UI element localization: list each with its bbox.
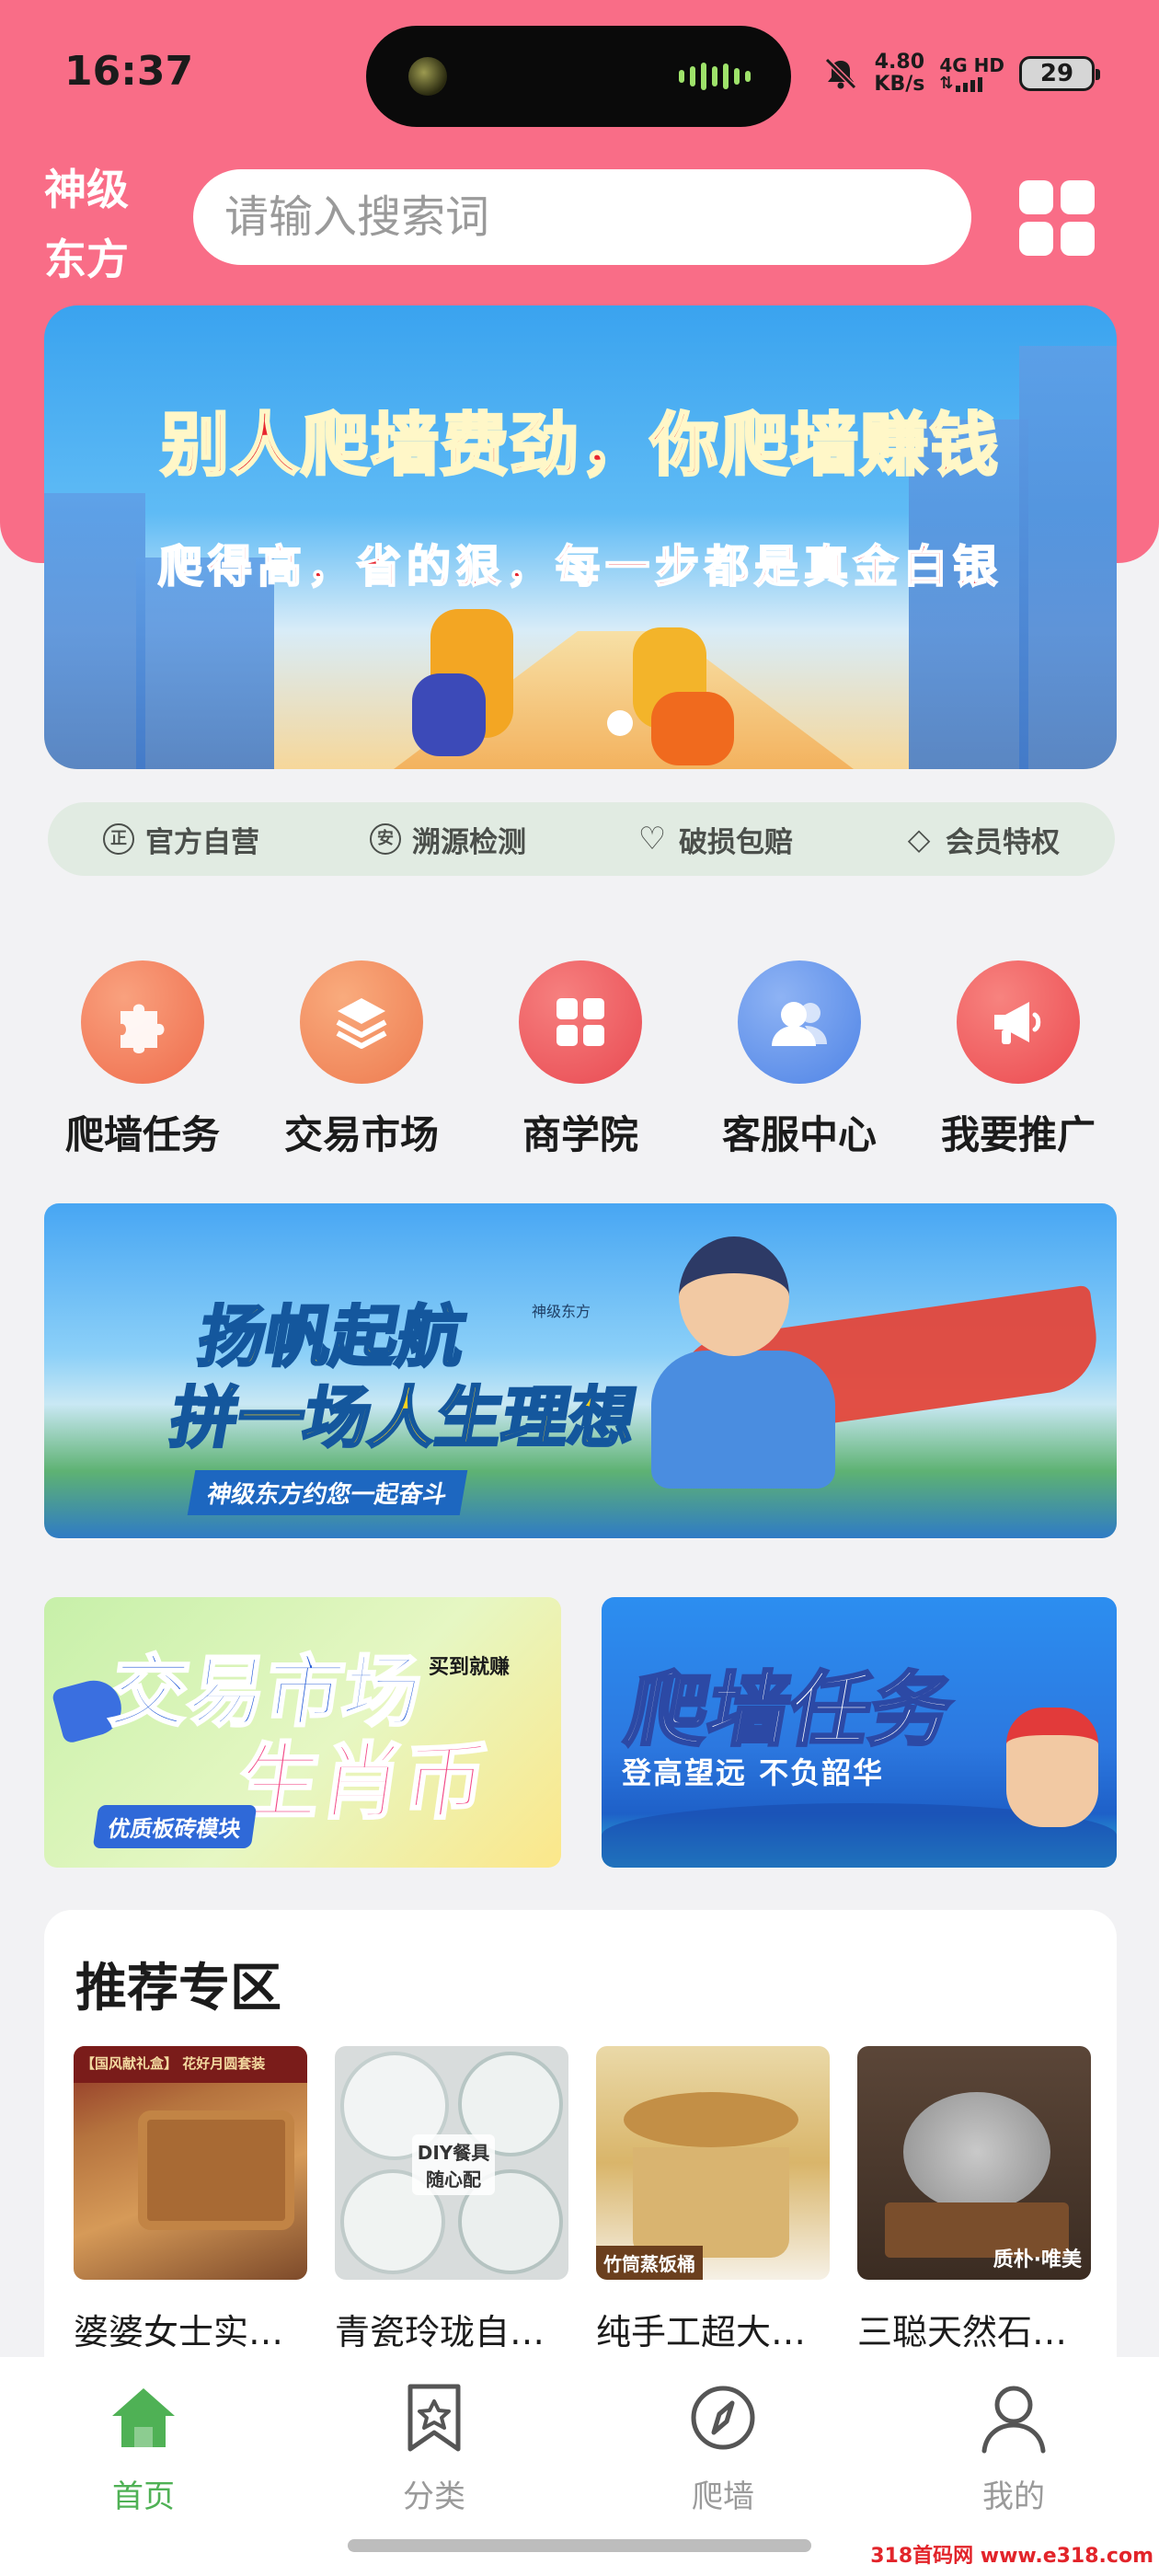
tab-climb[interactable]: 爬墙	[649, 2381, 797, 2516]
trust-item-member: ◇ 会员特权	[903, 819, 1060, 860]
climb-card-subtitle: 登高望远 不负韶华	[622, 1755, 885, 1790]
trust-bar: 正 官方自营 安 溯源检测 ♡ 破损包赔 ◇ 会员特权	[48, 802, 1115, 876]
dynamic-island	[366, 26, 791, 127]
product-name: 三聪天然石锅套装	[857, 2312, 1091, 2352]
product-card[interactable]: 【国风献礼盒】 花好月圆套装 婆婆女士实木礼盒套装	[74, 2046, 307, 2354]
audio-wave-icon	[679, 63, 751, 90]
signal-icon: ⇅	[939, 75, 1004, 92]
megaphone-icon	[957, 960, 1080, 1084]
puzzle-icon	[81, 960, 204, 1084]
market-card-subtitle: 生肖币	[230, 1733, 495, 1833]
compass-icon	[691, 2386, 755, 2450]
product-image: 竹筒蒸饭桶	[596, 2046, 830, 2280]
menu-item-promote[interactable]: 我要推广	[920, 960, 1117, 1160]
battery-indicator: 29	[1019, 56, 1100, 91]
heart-icon: ♡	[637, 821, 667, 857]
promo-line2: 拼一场人生理想	[164, 1378, 644, 1458]
status-time: 16:37	[64, 48, 194, 95]
menu-item-support[interactable]: 客服中心	[701, 960, 898, 1160]
layers-icon	[300, 960, 423, 1084]
hero-subtitle: 爬得高，省的狠，每一步都是真金白银	[157, 540, 1003, 593]
bell-muted-icon	[825, 57, 857, 90]
trust-item-official: 正 官方自营	[103, 819, 259, 860]
climb-task-card[interactable]: 爬墙任务 登高望远 不负韶华	[602, 1597, 1117, 1868]
trust-item-damage: ♡ 破损包赔	[637, 821, 793, 859]
promo-banner[interactable]: 扬帆起航 神级东方 拼一场人生理想 神级东方约您一起奋斗	[44, 1203, 1117, 1538]
brand-name: 神级东方	[44, 165, 129, 284]
home-indicator[interactable]	[348, 2539, 811, 2552]
market-card-tag: 优质板砖模块	[92, 1805, 258, 1848]
safe-icon: 安	[370, 823, 401, 855]
product-card[interactable]: 竹筒蒸饭桶 纯手工超大竹筒蒸饭桶	[596, 2046, 830, 2354]
tab-category[interactable]: 分类	[361, 2381, 508, 2516]
product-name: 青瓷玲珑自选餐具套装	[335, 2312, 568, 2352]
product-name: 纯手工超大竹筒蒸饭桶	[596, 2312, 830, 2352]
diamond-icon: ◇	[907, 822, 931, 857]
carousel-indicator	[607, 710, 633, 736]
grid-icon	[519, 960, 642, 1084]
trust-item-traceable: 安 溯源检测	[370, 819, 526, 860]
menu-item-market[interactable]: 交易市场	[263, 960, 460, 1160]
menu-item-academy[interactable]: 商学院	[482, 960, 679, 1160]
tab-profile[interactable]: 我的	[940, 2381, 1087, 2516]
market-card-corner: 买到就赚	[429, 1656, 511, 1679]
product-card[interactable]: 质朴·唯美 三聪天然石锅套装	[857, 2046, 1091, 2354]
recommend-title: 推荐专区	[75, 1959, 281, 2018]
product-image: 【国风献礼盒】 花好月圆套装	[74, 2046, 307, 2280]
tab-home[interactable]: 首页	[70, 2381, 217, 2516]
promo-small-text: 神级东方	[532, 1303, 591, 1320]
product-card[interactable]: DIY餐具 随心配 青瓷玲珑自选餐具套装	[335, 2046, 568, 2354]
quick-menu: 爬墙任务 交易市场 商学院 客服中心 我要推广	[44, 960, 1117, 1160]
network-type: 4G HD ⇅	[939, 54, 1004, 93]
product-image: DIY餐具 随心配	[335, 2046, 568, 2280]
climb-card-title: 爬墙任务	[618, 1662, 961, 1759]
official-icon: 正	[103, 823, 134, 855]
people-icon	[738, 960, 861, 1084]
menu-item-climb-task[interactable]: 爬墙任务	[44, 960, 241, 1160]
hero-banner[interactable]: 别人爬墙费劲，你爬墙赚钱 爬得高，省的狠，每一步都是真金白银	[44, 305, 1117, 769]
bookmark-star-icon	[407, 2384, 461, 2452]
grid-menu-icon[interactable]	[1019, 180, 1095, 256]
search-input[interactable]: 请输入搜索词	[193, 169, 971, 265]
market-card[interactable]: 交易市场 买到就赚 生肖币 优质板砖模块	[44, 1597, 561, 1868]
promo-tag: 神级东方约您一起奋斗	[187, 1470, 468, 1515]
product-image: 质朴·唯美	[857, 2046, 1091, 2280]
home-icon	[112, 2388, 175, 2447]
network-speed: 4.80 KB/s	[874, 51, 925, 96]
user-icon	[981, 2386, 1046, 2454]
product-list: 【国风献礼盒】 花好月圆套装 婆婆女士实木礼盒套装 DIY餐具 随心配 青瓷玲珑…	[74, 2046, 1091, 2354]
status-indicators: 4.80 KB/s 4G HD ⇅ 29	[822, 51, 1100, 96]
product-name: 婆婆女士实木礼盒套装	[74, 2312, 307, 2352]
camera-icon	[408, 57, 447, 96]
watermark: 318首码网 www.e318.com	[870, 2545, 1153, 2568]
hero-title: 别人爬墙费劲，你爬墙赚钱	[160, 405, 1000, 487]
